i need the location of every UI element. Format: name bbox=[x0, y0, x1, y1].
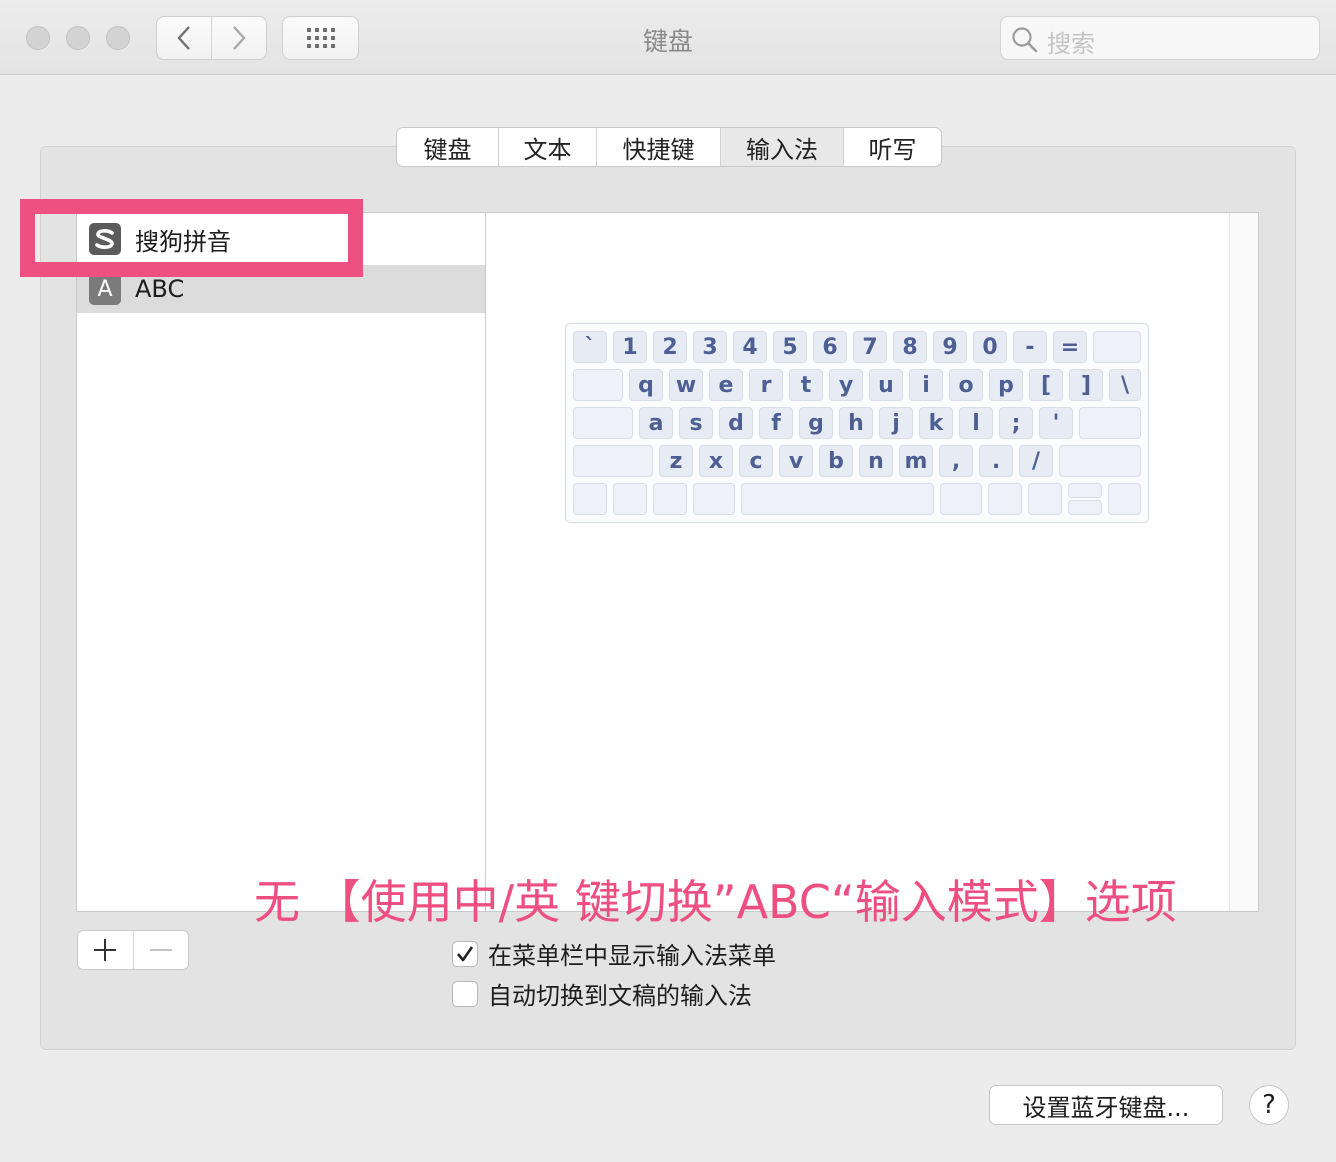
key: d bbox=[719, 407, 753, 439]
key-arrow-left bbox=[1028, 483, 1062, 515]
key: 4 bbox=[733, 331, 767, 363]
key: u bbox=[869, 369, 903, 401]
annotation-text: 无 【使用中/英 键切换”ABC“输入模式】选项 bbox=[254, 875, 1177, 929]
plus-icon bbox=[94, 939, 117, 961]
key: z bbox=[659, 445, 693, 477]
keyboard-preview-pane bbox=[485, 212, 1259, 912]
help-button[interactable]: ? bbox=[1249, 1085, 1289, 1125]
keyboard-layout: ` 1 2 3 4 5 6 7 8 9 0 - = q w e r t y u … bbox=[565, 323, 1149, 523]
key: 1 bbox=[613, 331, 647, 363]
key: ; bbox=[999, 407, 1033, 439]
input-source-list[interactable]: 搜狗拼音 A ABC bbox=[76, 212, 485, 912]
key: 7 bbox=[853, 331, 887, 363]
key-arrow-up bbox=[1068, 483, 1102, 498]
key-shift-left bbox=[573, 445, 653, 477]
key: t bbox=[789, 369, 823, 401]
add-input-source-button[interactable] bbox=[78, 931, 133, 969]
key: p bbox=[989, 369, 1023, 401]
key: m bbox=[899, 445, 933, 477]
auto-switch-option[interactable]: 自动切换到文稿的输入法 bbox=[452, 976, 752, 1011]
key: b bbox=[819, 445, 853, 477]
key: , bbox=[939, 445, 973, 477]
key: i bbox=[909, 369, 943, 401]
key-caps bbox=[573, 407, 633, 439]
key: l bbox=[959, 407, 993, 439]
key: . bbox=[979, 445, 1013, 477]
option-label: 在菜单栏中显示输入法菜单 bbox=[488, 942, 776, 970]
key: c bbox=[739, 445, 773, 477]
search-input[interactable]: 搜索 bbox=[1000, 16, 1320, 60]
show-input-menu-option[interactable]: 在菜单栏中显示输入法菜单 bbox=[452, 936, 776, 971]
key: r bbox=[749, 369, 783, 401]
key: g bbox=[799, 407, 833, 439]
key: e bbox=[709, 369, 743, 401]
scrollbar[interactable] bbox=[1229, 213, 1258, 911]
remove-input-source-button[interactable] bbox=[132, 931, 189, 969]
key-shift-right bbox=[1059, 445, 1141, 477]
key: v bbox=[779, 445, 813, 477]
key-tab bbox=[573, 369, 623, 401]
key: [ bbox=[1029, 369, 1063, 401]
letter-a-icon: A bbox=[89, 273, 121, 305]
key-arrow-down bbox=[1068, 500, 1102, 515]
key: 0 bbox=[973, 331, 1007, 363]
key: x bbox=[699, 445, 733, 477]
key-fn bbox=[573, 483, 607, 515]
add-remove-control bbox=[77, 930, 189, 970]
key: 2 bbox=[653, 331, 687, 363]
key-delete bbox=[1093, 331, 1141, 363]
key: = bbox=[1053, 331, 1087, 363]
key: / bbox=[1019, 445, 1053, 477]
tab-keyboard[interactable]: 键盘 bbox=[397, 128, 498, 166]
key: ] bbox=[1069, 369, 1103, 401]
key: y bbox=[829, 369, 863, 401]
key: 8 bbox=[893, 331, 927, 363]
key: n bbox=[859, 445, 893, 477]
key: 3 bbox=[693, 331, 727, 363]
search-icon bbox=[1012, 27, 1038, 53]
key-command-right bbox=[940, 483, 982, 515]
key-control bbox=[613, 483, 647, 515]
tab-text[interactable]: 文本 bbox=[498, 128, 596, 166]
key: ` bbox=[573, 331, 607, 363]
annotation-highlight-box bbox=[20, 199, 363, 277]
checkmark-icon bbox=[457, 945, 474, 961]
key: - bbox=[1013, 331, 1047, 363]
key: w bbox=[669, 369, 703, 401]
key: o bbox=[949, 369, 983, 401]
key-arrow-right bbox=[1108, 483, 1141, 515]
setup-bluetooth-keyboard-button[interactable]: 设置蓝牙键盘... bbox=[989, 1085, 1223, 1125]
key-space bbox=[741, 483, 934, 515]
option-label: 自动切换到文稿的输入法 bbox=[488, 982, 752, 1010]
key-return bbox=[1079, 407, 1141, 439]
key: 6 bbox=[813, 331, 847, 363]
key-option-left bbox=[653, 483, 687, 515]
list-item-label: ABC bbox=[135, 275, 185, 303]
show-input-menu-checkbox[interactable] bbox=[452, 940, 478, 967]
title-bar: 键盘 搜索 bbox=[0, 0, 1336, 75]
key: ' bbox=[1039, 407, 1073, 439]
key: 9 bbox=[933, 331, 967, 363]
key: s bbox=[679, 407, 713, 439]
minus-icon bbox=[149, 949, 172, 951]
key: j bbox=[879, 407, 913, 439]
tab-input-sources[interactable]: 输入法 bbox=[720, 128, 843, 166]
search-placeholder: 搜索 bbox=[1047, 30, 1095, 58]
key: k bbox=[919, 407, 953, 439]
key: f bbox=[759, 407, 793, 439]
key: q bbox=[629, 369, 663, 401]
key: h bbox=[839, 407, 873, 439]
key-option-right bbox=[988, 483, 1022, 515]
key: \ bbox=[1109, 369, 1141, 401]
key: 5 bbox=[773, 331, 807, 363]
tab-bar: 键盘 文本 快捷键 输入法 听写 bbox=[396, 127, 942, 167]
key-command-left bbox=[693, 483, 735, 515]
auto-switch-checkbox[interactable] bbox=[452, 980, 478, 1007]
tab-dictation[interactable]: 听写 bbox=[843, 128, 941, 166]
key: a bbox=[639, 407, 673, 439]
tab-shortcuts[interactable]: 快捷键 bbox=[596, 128, 720, 166]
